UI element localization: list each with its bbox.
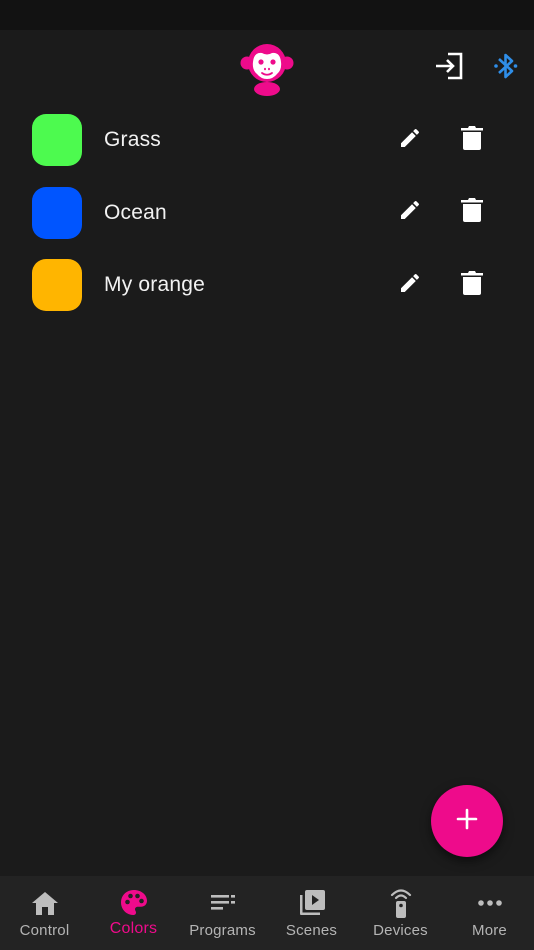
color-name: My orange	[104, 273, 206, 296]
bluetooth-button[interactable]	[488, 48, 524, 88]
nav-item-more[interactable]: More	[445, 876, 534, 950]
nav-item-control[interactable]: Control	[0, 876, 89, 950]
nav-label: Devices	[373, 922, 428, 939]
video-library-icon	[267, 888, 356, 918]
status-bar	[0, 0, 534, 30]
list-item[interactable]: My orange	[0, 249, 534, 322]
palette-icon	[89, 888, 178, 918]
nav-label: Scenes	[285, 922, 338, 939]
nav-item-programs[interactable]: Programs	[178, 876, 267, 950]
edit-button[interactable]	[394, 124, 426, 156]
trash-icon	[461, 197, 483, 228]
app-header	[0, 30, 534, 106]
nav-label: Control	[19, 922, 70, 939]
list-item[interactable]: Grass	[0, 104, 534, 177]
delete-button[interactable]	[456, 269, 488, 301]
edit-button[interactable]	[394, 197, 426, 229]
nav-label: Colors	[109, 920, 158, 937]
nav-label: More	[472, 922, 507, 939]
edit-button[interactable]	[394, 269, 426, 301]
nav-item-colors[interactable]: Colors	[89, 876, 178, 950]
login-icon	[434, 52, 464, 85]
delete-button[interactable]	[456, 124, 488, 156]
monkey-logo-icon	[240, 40, 294, 96]
trash-icon	[461, 125, 483, 156]
color-list: Grass Ocean My orange	[0, 104, 534, 322]
bottom-navigation: Control Colors Programs Scenes Devices M…	[0, 876, 534, 950]
pencil-icon	[398, 198, 422, 227]
playlist-icon	[178, 888, 267, 918]
login-button[interactable]	[430, 50, 468, 86]
nav-item-devices[interactable]: Devices	[356, 876, 445, 950]
color-swatch[interactable]	[32, 186, 82, 239]
color-swatch[interactable]	[32, 114, 82, 166]
bluetooth-icon	[493, 51, 519, 86]
color-name: Grass	[104, 128, 162, 151]
color-swatch[interactable]	[32, 259, 82, 311]
nav-item-scenes[interactable]: Scenes	[267, 876, 356, 950]
nav-label: Programs	[189, 922, 256, 939]
delete-button[interactable]	[456, 197, 488, 229]
plus-icon	[456, 808, 478, 835]
more-horizontal-icon	[445, 888, 534, 918]
list-item[interactable]: Ocean	[0, 177, 534, 250]
trash-icon	[461, 270, 483, 301]
color-name: Ocean	[104, 200, 167, 224]
add-color-button[interactable]	[431, 785, 503, 857]
pencil-icon	[398, 271, 422, 300]
home-icon	[0, 888, 89, 918]
pencil-icon	[398, 126, 422, 155]
remote-icon	[356, 888, 445, 918]
